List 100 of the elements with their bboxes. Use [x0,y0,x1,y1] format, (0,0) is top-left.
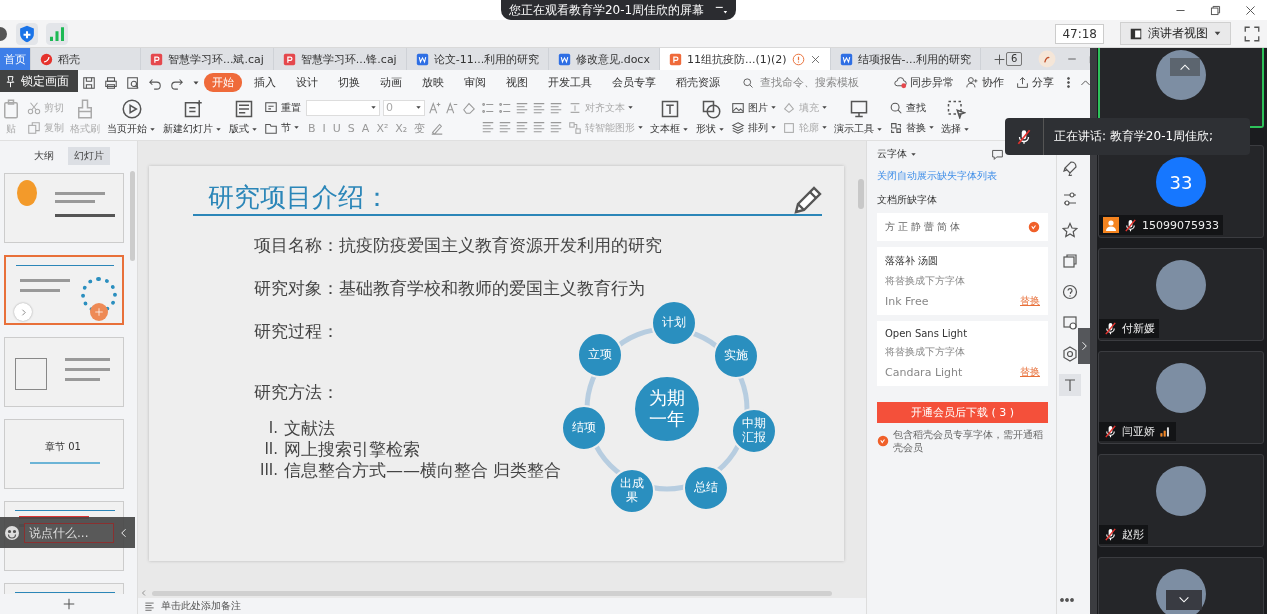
add-slide-button[interactable] [90,303,108,321]
ribbon-button[interactable]: 演示工具 [833,99,884,136]
text-align-icon[interactable] [549,120,563,134]
panel-tab[interactable]: 大纲 [27,147,60,165]
scrollbar-thumb[interactable] [152,590,832,596]
ribbon-button[interactable]: 节 [264,120,301,135]
eraser-icon[interactable] [462,100,476,115]
ribbon-button[interactable]: 图片 [731,100,777,115]
menu-tab[interactable]: 会员专享 [604,73,664,92]
selection-icon [945,99,966,119]
scroll-up-button[interactable] [1170,58,1200,76]
title-rule [30,462,100,464]
print-icon[interactable] [104,75,118,90]
menu-tab[interactable]: 审阅 [456,73,494,92]
slide-thumbnail[interactable]: 章节 01 [4,419,124,489]
search-icon [889,100,903,115]
ribbon-button[interactable]: 排列 [731,120,777,135]
font-name-field[interactable] [306,99,380,116]
chat-icon[interactable] [991,147,1004,161]
diagram-node: 结项 [561,405,607,451]
ribbon-button[interactable]: 文本框 [649,99,690,136]
slide-thumbnail[interactable] [4,337,124,407]
menu-tab[interactable]: 视图 [498,73,536,92]
replace-icon [889,120,903,135]
text-line [20,289,60,292]
shield-icon[interactable] [16,22,38,45]
participant-name: 付新媛 [1122,321,1155,336]
text-line [65,358,110,361]
panel-menu[interactable]: 云字体 [877,147,917,161]
toolbar-button[interactable]: 协作 [962,75,1008,90]
ribbon-button[interactable]: 版式 [228,99,259,136]
menu-tab[interactable]: 稻壳资源 [668,73,728,92]
menu-tab[interactable]: 放映 [414,73,452,92]
toolbar-button[interactable]: 分享 [1012,75,1058,90]
scroll-down-button[interactable] [1166,590,1202,610]
notes-placeholder[interactable]: 单击此处添加备注 [161,599,241,613]
font-grow-icon[interactable] [428,100,442,115]
search-icon[interactable] [742,76,754,89]
toolbar-button[interactable]: 同步异常 [890,75,958,90]
list-marker: II. [263,439,278,460]
font-preview: Ink Free [885,294,929,308]
font-shrink-icon[interactable] [445,100,459,115]
avatar-icon[interactable] [1038,50,1057,68]
ribbon-button[interactable]: 新建幻灯片 [162,99,223,136]
save-icon[interactable] [82,75,96,90]
text-align-icon[interactable] [481,120,495,134]
document-tab[interactable]: 首页 [0,48,31,70]
presenter-view-button[interactable]: 演讲者视图 [1120,22,1231,45]
window-count-badge[interactable]: 6 [1006,52,1023,66]
list-icon[interactable] [498,101,512,115]
scrollbar-thumb[interactable] [130,171,135,261]
close-icon[interactable] [1244,3,1257,17]
smiley-icon[interactable] [4,524,20,541]
chat-input-field[interactable]: 说点什么... [24,522,114,543]
text-line [65,368,110,371]
menu-tab[interactable]: 插入 [246,73,284,92]
text-align-icon[interactable] [515,120,529,134]
menu-tab[interactable]: 动画 [372,73,410,92]
slide-thumbnail[interactable] [4,173,124,243]
plus-icon[interactable] [993,52,1007,66]
text-align-icon[interactable] [498,120,512,134]
ribbon-button[interactable]: 查找 [889,100,935,115]
text-line [55,200,95,203]
list-icon[interactable] [481,101,495,115]
ribbon-button[interactable]: 选择 [940,99,971,136]
layers-icon [731,120,745,135]
speaking-text: 正在讲话: 教育学20-1周佳欣; [1054,128,1214,145]
add-slide-icon[interactable] [61,597,76,611]
ribbon-button[interactable]: 重置 [264,100,301,115]
menu-tab[interactable]: 设计 [288,73,326,92]
document-tab[interactable]: 11组抗疫防...(1)(2) [659,48,831,70]
text-align-icon[interactable] [549,101,563,115]
close-icon[interactable] [809,53,821,65]
caret-icon [415,104,422,111]
ribbon-button[interactable]: 当页开始 [106,99,157,136]
fill-icon [782,100,796,115]
scrollbar-thumb[interactable] [858,179,864,209]
text-align-icon[interactable] [532,120,546,134]
shape-icon [1062,346,1078,362]
premium-icon [877,435,889,447]
ribbon-button[interactable]: 形状 [695,99,726,136]
notes-icon [144,600,155,612]
fullscreen-icon[interactable] [1243,24,1261,43]
search-field[interactable]: 查找命令、搜索模板 [758,75,882,90]
text-line [55,192,105,195]
restore-icon[interactable] [1209,3,1222,17]
menu-tab[interactable]: 开发工具 [540,73,600,92]
text-box-icon [659,99,680,119]
banner-text: 您正在观看教育学20-1周佳欣的屏幕 [508,2,705,19]
menu-tab[interactable]: 切换 [330,73,368,92]
preview-icon[interactable] [126,75,140,90]
text-align-icon[interactable] [532,101,546,115]
highlighter-icon[interactable] [430,121,445,135]
panel-tab[interactable]: 幻灯片 [67,147,110,165]
slide-thumbnail[interactable] [4,255,124,325]
ribbon-button[interactable]: 替换 [889,120,935,135]
signal-icon[interactable] [46,22,68,45]
text-align-icon[interactable] [515,101,529,115]
text-line [55,214,115,217]
participant-name: 15099075933 [1142,218,1219,232]
